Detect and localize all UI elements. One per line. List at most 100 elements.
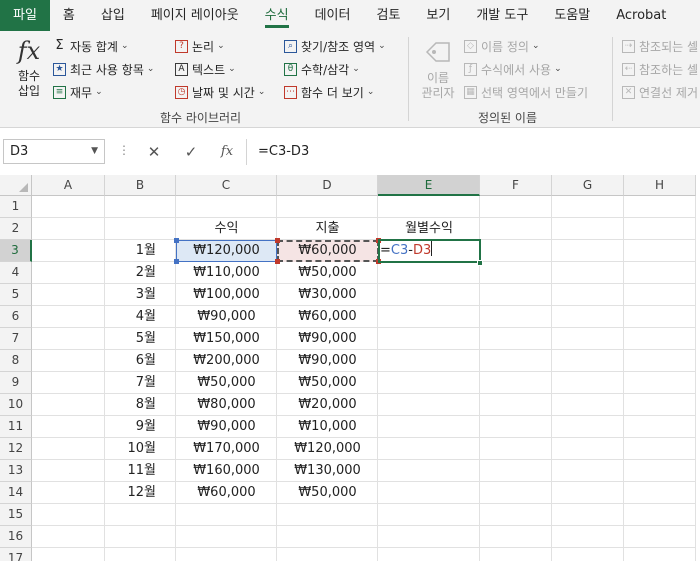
name-box[interactable]: D3 ▼ <box>3 139 105 164</box>
row-header-17[interactable]: 17 <box>0 548 32 561</box>
cell[interactable] <box>32 240 105 262</box>
cell-expense[interactable]: ₩30,000 <box>277 284 378 306</box>
cell[interactable] <box>552 504 624 526</box>
cell[interactable] <box>378 262 480 284</box>
row-header-6[interactable]: 6 <box>0 306 32 328</box>
create-from-selection-button[interactable]: ▦ 선택 영역에서 만들기 <box>464 82 588 102</box>
cell[interactable] <box>32 394 105 416</box>
row-header-9[interactable]: 9 <box>0 372 32 394</box>
cell-month[interactable]: 11월 <box>105 460 176 482</box>
row-header-5[interactable]: 5 <box>0 284 32 306</box>
remove-arrows-button[interactable]: ✕ 연결선 제거 <box>622 82 698 102</box>
cell-edit-text[interactable]: =C3-D3 <box>380 240 433 262</box>
insert-function-button[interactable]: 함수 삽입 <box>8 69 50 99</box>
cell[interactable] <box>378 306 480 328</box>
tab-5[interactable]: 데이터 <box>302 0 364 31</box>
use-in-formula-button[interactable]: ƒ 수식에서 사용 ⌄ <box>464 59 562 79</box>
cell-expense[interactable]: ₩50,000 <box>277 262 378 284</box>
row-header-7[interactable]: 7 <box>0 328 32 350</box>
worksheet-grid[interactable]: A B C D E F G H 1 2 3 4 5 6 7 8 9 10 11 12 13 14 15 16 17 수익 지출 월별수… <box>0 175 700 561</box>
cell[interactable] <box>624 218 696 240</box>
tab-9[interactable]: 도움말 <box>541 0 603 31</box>
fill-handle[interactable] <box>477 260 483 266</box>
column-header-B[interactable]: B <box>105 175 176 196</box>
cell[interactable] <box>624 240 696 262</box>
cell[interactable] <box>105 548 176 561</box>
datetime-button[interactable]: ◷ 날짜 및 시간 ⌄ <box>175 82 265 102</box>
cell-income[interactable]: ₩80,000 <box>176 394 277 416</box>
cell[interactable] <box>378 548 480 561</box>
cell-income[interactable]: ₩150,000 <box>176 328 277 350</box>
tab-4[interactable]: 수식 <box>252 0 302 31</box>
cell-month[interactable]: 4월 <box>105 306 176 328</box>
cell[interactable] <box>480 350 552 372</box>
cell[interactable] <box>32 372 105 394</box>
cancel-icon[interactable]: ✕ <box>141 140 167 164</box>
cell[interactable] <box>32 416 105 438</box>
cell[interactable] <box>105 504 176 526</box>
financial-button[interactable]: ≡ 재무 ⌄ <box>53 82 103 102</box>
column-header-G[interactable]: G <box>552 175 624 196</box>
cell-expense[interactable]: ₩20,000 <box>277 394 378 416</box>
cell[interactable] <box>552 548 624 561</box>
cell[interactable] <box>480 548 552 561</box>
cell[interactable] <box>624 306 696 328</box>
tab-8[interactable]: 개발 도구 <box>463 0 541 31</box>
cell-month[interactable]: 10월 <box>105 438 176 460</box>
cell-month[interactable]: 5월 <box>105 328 176 350</box>
tab-10[interactable]: Acrobat <box>603 0 679 31</box>
cell[interactable] <box>378 416 480 438</box>
cell-expense[interactable]: ₩10,000 <box>277 416 378 438</box>
cell[interactable] <box>480 262 552 284</box>
cell-month[interactable]: 2월 <box>105 262 176 284</box>
row-header-3[interactable]: 3 <box>0 240 32 262</box>
cell[interactable] <box>277 504 378 526</box>
cell[interactable] <box>552 372 624 394</box>
cell-expense[interactable]: ₩120,000 <box>277 438 378 460</box>
math-trig-button[interactable]: θ 수학/삼각 ⌄ <box>284 59 360 79</box>
cell[interactable] <box>480 196 552 218</box>
cell[interactable] <box>378 284 480 306</box>
cell[interactable] <box>32 460 105 482</box>
column-header-A[interactable]: A <box>32 175 105 196</box>
cell[interactable] <box>480 526 552 548</box>
cell-month[interactable]: 8월 <box>105 394 176 416</box>
cell-month[interactable]: 1월 <box>105 240 176 262</box>
cell[interactable] <box>552 394 624 416</box>
cell[interactable] <box>480 482 552 504</box>
tab-7[interactable]: 보기 <box>413 0 463 31</box>
cell[interactable] <box>176 526 277 548</box>
cell[interactable] <box>624 262 696 284</box>
cell[interactable] <box>378 372 480 394</box>
cell[interactable] <box>552 460 624 482</box>
tab-2[interactable]: 삽입 <box>88 0 138 31</box>
cell[interactable] <box>277 548 378 561</box>
more-functions-button[interactable]: ⋯ 함수 더 보기 ⌄ <box>284 82 374 102</box>
cell[interactable] <box>378 504 480 526</box>
cell-expense[interactable]: ₩90,000 <box>277 328 378 350</box>
cell-expense[interactable]: ₩50,000 <box>277 482 378 504</box>
cell-month[interactable]: 12월 <box>105 482 176 504</box>
column-header-D[interactable]: D <box>277 175 378 196</box>
trace-precedents-button[interactable]: ⇢ 참조되는 셀 <box>622 36 698 56</box>
cell[interactable] <box>624 504 696 526</box>
cell[interactable] <box>624 328 696 350</box>
cell[interactable] <box>480 284 552 306</box>
cell[interactable] <box>624 416 696 438</box>
cell-income[interactable]: ₩110,000 <box>176 262 277 284</box>
cell[interactable] <box>624 196 696 218</box>
cell[interactable] <box>32 482 105 504</box>
cell[interactable] <box>480 504 552 526</box>
cell[interactable] <box>378 460 480 482</box>
cell[interactable] <box>378 196 480 218</box>
cell[interactable] <box>624 394 696 416</box>
cell[interactable] <box>552 240 624 262</box>
column-header-E[interactable]: E <box>378 175 480 196</box>
cell-month[interactable]: 6월 <box>105 350 176 372</box>
row-header-16[interactable]: 16 <box>0 526 32 548</box>
cell[interactable] <box>480 306 552 328</box>
cell-income[interactable]: ₩50,000 <box>176 372 277 394</box>
row-header-11[interactable]: 11 <box>0 416 32 438</box>
cell[interactable] <box>624 350 696 372</box>
cell-month[interactable]: 3월 <box>105 284 176 306</box>
